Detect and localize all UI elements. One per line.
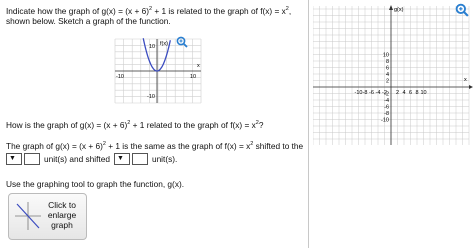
problem-prompt: Indicate how the graph of g(x) = (x + 6)… [6, 6, 304, 26]
direction-dropdown-2[interactable]: ▼ [113, 153, 130, 165]
x-tick-label: 8 [415, 90, 418, 96]
units-label: unit(s). [151, 154, 178, 164]
y-tick-label: -8 [384, 111, 389, 117]
units-label: unit(s) and shifted [44, 154, 110, 164]
question-text: How is the graph of g(x) = (x + 6)2 + 1 … [6, 120, 264, 130]
answer-inputs: ▼ unit(s) and shifted ▼ unit(s). [6, 153, 177, 165]
x-tick-label: -4 [376, 90, 381, 96]
x-tick-label: -10 [355, 90, 363, 96]
y-axis-label: g(x) [394, 7, 404, 13]
question-panel: Indicate how the graph of g(x) = (x + 6)… [0, 0, 309, 248]
instruction-text: Use the graphing tool to graph the funct… [6, 179, 185, 189]
x-tick-label: -6 [369, 90, 374, 96]
y-tick-label: -4 [384, 98, 389, 104]
zoom-icon[interactable] [176, 36, 188, 48]
enlarge-graph-button[interactable]: Click to enlarge graph [8, 193, 87, 240]
y-tick-label: -6 [384, 105, 389, 111]
y-axis-arrow [389, 5, 393, 10]
reference-tick: 10 [190, 74, 196, 80]
prompt-text: , [288, 6, 292, 16]
reference-curve-label: f(x) [160, 41, 168, 47]
prompt-text: Indicate how the graph of g(x) = (x + 6) [6, 6, 149, 16]
x-tick-label: -2 [382, 90, 387, 96]
reference-tick: -10 [116, 74, 124, 80]
caret-down-icon: ▼ [116, 155, 124, 162]
enlarge-label: Click to enlarge graph [47, 200, 77, 230]
direction-dropdown-1[interactable]: ▼ [6, 153, 22, 165]
graph-thumbnail-icon [15, 202, 41, 230]
y-tick-label: 8 [386, 59, 389, 65]
y-tick-label: 6 [386, 66, 389, 72]
y-tick-label: 4 [386, 72, 389, 78]
x-axis-label: x [464, 77, 467, 83]
y-tick-label: -10 [381, 118, 389, 124]
units-input-1[interactable] [24, 153, 40, 165]
prompt-text: shown below. Sketch a graph of the funct… [6, 16, 171, 26]
x-tick-label: 6 [409, 90, 412, 96]
y-tick-label: 2 [386, 79, 389, 85]
graphing-area[interactable]: 108642-2-4-6-8-10 -10 -8 -6 -4 -2 2 4 6 8 10 g(x)… [313, 2, 473, 146]
x-tick-label: 4 [402, 90, 405, 96]
x-tick-label: -8 [363, 90, 368, 96]
reference-graph: f(x) x 10 -10 -10 10 [114, 38, 202, 104]
graphing-panel: 10 8 6 4 2 -2 -4 -6 -8 -10 -10 -8 -6 -4 -2 2 4 6 8 10 g(x)… [309, 0, 474, 248]
x-tick-label: 2 [396, 90, 399, 96]
x-tick-label: 10 [420, 90, 426, 96]
units-input-2[interactable] [131, 153, 148, 165]
zoom-icon[interactable] [455, 3, 469, 17]
reference-tick: -10 [147, 94, 155, 100]
caret-down-icon: ▼ [9, 155, 16, 162]
prompt-text: + 1 is related to the graph of f(x) = x [152, 6, 286, 16]
reference-x-label: x [197, 63, 200, 69]
answer-sentence: The graph of g(x) = (x + 6)2 + 1 is the … [6, 141, 304, 151]
x-tick-labels: -10 -8 -6 -4 -2 2 4 6 8 10 [355, 90, 427, 96]
reference-tick: 10 [149, 44, 155, 50]
x-axis-arrow [469, 85, 473, 89]
y-tick-label: 10 [383, 53, 389, 59]
